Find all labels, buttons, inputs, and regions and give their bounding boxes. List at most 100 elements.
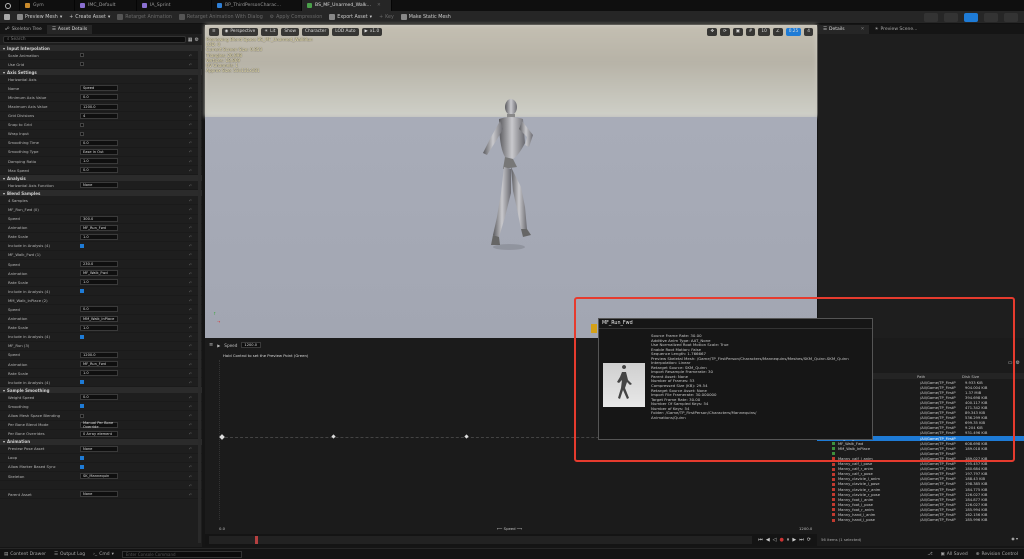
property-value-field[interactable]: 1.0: [80, 158, 118, 165]
property-value-field[interactable]: 0 Array element: [80, 430, 118, 437]
pause-icon[interactable]: ⏸: [787, 537, 790, 543]
tab-skeleton-tree[interactable]: ☍ Skeleton Tree: [0, 25, 47, 34]
reset-arrow-icon[interactable]: ↶: [189, 352, 192, 357]
timeline-bar[interactable]: ⏮ ◀ ◁ ● ⏸ ▶ ⏭ ⟳: [205, 534, 817, 546]
reset-arrow-icon[interactable]: ↶: [189, 413, 192, 418]
reset-arrow-icon[interactable]: ↶: [189, 159, 192, 164]
step-back-icon[interactable]: ◀: [766, 537, 770, 543]
play-icon[interactable]: ▶: [217, 343, 220, 348]
reset-arrow-icon[interactable]: ↶: [189, 446, 192, 451]
tab-ia-sprint[interactable]: IA_Sprint: [137, 0, 212, 11]
reset-arrow-icon[interactable]: ↶: [189, 464, 192, 469]
mesh-mode-icon[interactable]: [944, 12, 958, 22]
property-checkbox[interactable]: [80, 413, 84, 418]
playhead[interactable]: [255, 536, 258, 544]
reset-arrow-icon[interactable]: ↶: [189, 492, 192, 497]
tab-bp-third-person[interactable]: BP_ThirdPersonCharac...: [212, 0, 302, 11]
settings-icon[interactable]: ⚙: [1016, 360, 1020, 366]
reset-arrow-icon[interactable]: ↶: [189, 243, 192, 248]
grid-view-icon[interactable]: ▦: [188, 37, 193, 43]
blueprint-mode-icon[interactable]: [984, 12, 998, 22]
reset-arrow-icon[interactable]: ↶: [189, 371, 192, 376]
animation-mode-icon[interactable]: [964, 12, 978, 22]
reset-arrow-icon[interactable]: ↶: [189, 280, 192, 285]
close-icon[interactable]: ✕: [861, 27, 865, 32]
reset-arrow-icon[interactable]: ↶: [189, 474, 192, 479]
reset-arrow-icon[interactable]: ↶: [189, 225, 192, 230]
lit-button[interactable]: ☀ Lit: [261, 27, 279, 36]
transform-icon[interactable]: ✥: [707, 27, 718, 36]
apply-compression-button[interactable]: ⚙ Apply Compression: [270, 15, 323, 20]
reset-arrow-icon[interactable]: ↶: [189, 325, 192, 330]
reset-arrow-icon[interactable]: ↶: [189, 289, 192, 294]
step-forward-icon[interactable]: ▶: [792, 537, 796, 543]
reverse-icon[interactable]: ◁: [773, 537, 777, 543]
property-value-field[interactable]: MF_Run_Fwd: [80, 224, 118, 231]
tab-preview-scene[interactable]: ☀ Preview Scene...: [869, 25, 922, 34]
console-input[interactable]: Enter Console Command: [121, 550, 242, 558]
revision-control-button[interactable]: ⊕ Revision Control: [976, 552, 1024, 557]
create-asset-button[interactable]: + Create Asset ▾: [69, 15, 110, 20]
tab-details[interactable]: ☰ Details ✕: [818, 25, 870, 34]
grid-snap-value[interactable]: 10: [758, 27, 770, 36]
loop-icon[interactable]: ⟳: [807, 537, 811, 543]
grid-snap-icon[interactable]: #: [745, 27, 756, 36]
property-value-field[interactable]: Ease In Out: [80, 148, 118, 155]
retarget-dialog-button[interactable]: Retarget Animation With Dialog: [178, 14, 263, 20]
key-button[interactable]: + Key: [379, 15, 394, 20]
reset-arrow-icon[interactable]: ↶: [189, 252, 192, 257]
app-logo[interactable]: [0, 0, 20, 11]
tab-imc-default[interactable]: IMC_Default: [75, 0, 137, 11]
reset-arrow-icon[interactable]: ↶: [189, 198, 192, 203]
property-value-field[interactable]: Manual Per Bone Override: [80, 421, 118, 429]
make-static-mesh-button[interactable]: Make Static Mesh: [400, 14, 451, 20]
skeleton-mode-icon[interactable]: [924, 12, 938, 22]
tab-bs-mf-unarmed-walk[interactable]: BS_MF_Unarmed_Walk... ✕: [302, 0, 392, 11]
content-drawer-button[interactable]: ▤ Content Drawer: [4, 552, 46, 557]
property-checkbox[interactable]: [80, 455, 84, 460]
property-value-field[interactable]: 300.0: [80, 215, 118, 222]
perspective-button[interactable]: ◉ Perspective: [221, 27, 259, 36]
left-scrollbar[interactable]: [198, 48, 201, 543]
preview-mesh-button[interactable]: Preview Mesh ▾: [17, 14, 62, 20]
property-checkbox[interactable]: [80, 131, 84, 136]
property-value-field[interactable]: 1.0: [80, 233, 118, 240]
property-value-field[interactable]: 0.0: [80, 394, 118, 401]
property-value-field[interactable]: 1.0: [80, 279, 118, 286]
rotate-icon[interactable]: ⟳: [720, 27, 730, 36]
reset-arrow-icon[interactable]: ↶: [189, 104, 192, 109]
show-button[interactable]: Show: [281, 27, 299, 36]
reset-arrow-icon[interactable]: ↶: [189, 455, 192, 460]
reset-arrow-icon[interactable]: ↶: [189, 334, 192, 339]
reset-arrow-icon[interactable]: ↶: [189, 262, 192, 267]
reset-arrow-icon[interactable]: ↶: [189, 431, 192, 436]
details-search-input[interactable]: ⌕ Search: [3, 36, 186, 43]
reset-arrow-icon[interactable]: ↶: [189, 271, 192, 276]
close-icon[interactable]: ✕: [377, 3, 381, 8]
property-value-field[interactable]: 1.0: [80, 324, 118, 331]
record-icon[interactable]: ●: [780, 537, 784, 543]
property-value-field[interactable]: MF_Run_Fwd: [80, 361, 118, 368]
reset-arrow-icon[interactable]: ↶: [189, 404, 192, 409]
skip-end-icon[interactable]: ⏭: [799, 537, 804, 543]
reset-arrow-icon[interactable]: ↶: [189, 95, 192, 100]
property-checkbox[interactable]: [80, 404, 84, 409]
reset-arrow-icon[interactable]: ↶: [189, 168, 192, 173]
property-value-field[interactable]: 0.0: [80, 139, 118, 146]
source-control-icon[interactable]: ⎇: [927, 552, 932, 557]
reset-arrow-icon[interactable]: ↶: [189, 122, 192, 127]
property-value-field[interactable]: MM_Walk_InPlace: [80, 315, 118, 322]
preview-viewport[interactable]: ≡ ◉ Perspective ☀ Lit Show Character LOD A…: [205, 25, 817, 338]
skip-start-icon[interactable]: ⏮: [758, 537, 763, 543]
reset-arrow-icon[interactable]: ↶: [189, 207, 192, 212]
output-log-button[interactable]: ☰ Output Log: [54, 552, 85, 557]
property-value-field[interactable]: 0.0: [80, 94, 118, 101]
property-checkbox[interactable]: [80, 62, 84, 67]
reset-arrow-icon[interactable]: ↶: [189, 86, 192, 91]
reset-arrow-icon[interactable]: ↶: [189, 298, 192, 303]
reset-arrow-icon[interactable]: ↶: [189, 316, 192, 321]
property-checkbox[interactable]: [80, 53, 84, 58]
reset-arrow-icon[interactable]: ↶: [189, 234, 192, 239]
property-value-field[interactable]: 1.0: [80, 370, 118, 377]
character-button[interactable]: Character: [302, 27, 330, 36]
